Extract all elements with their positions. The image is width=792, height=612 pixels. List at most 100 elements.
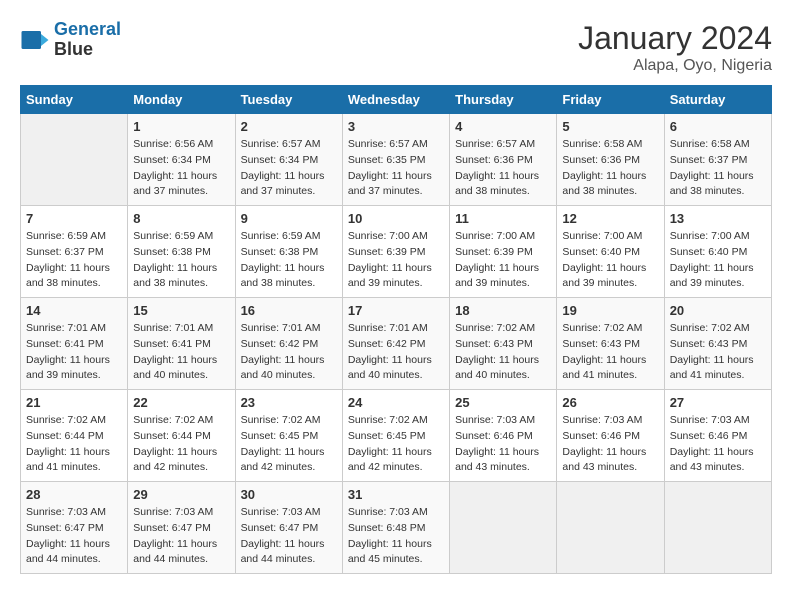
calendar-week-row: 14 Sunrise: 7:01 AM Sunset: 6:41 PM Dayl… [21,298,772,390]
day-number: 10 [348,211,444,226]
sunset-text: Sunset: 6:43 PM [562,337,658,353]
daylight-text: Daylight: 11 hours and 44 minutes. [241,537,337,569]
sunset-text: Sunset: 6:36 PM [562,153,658,169]
page-header: General Blue January 2024 Alapa, Oyo, Ni… [20,20,772,75]
day-number: 24 [348,395,444,410]
day-info: Sunrise: 6:57 AM Sunset: 6:36 PM Dayligh… [455,137,551,200]
daylight-text: Daylight: 11 hours and 38 minutes. [455,169,551,201]
calendar-cell: 24 Sunrise: 7:02 AM Sunset: 6:45 PM Dayl… [342,390,449,482]
day-number: 31 [348,487,444,502]
sunset-text: Sunset: 6:40 PM [562,245,658,261]
sunset-text: Sunset: 6:45 PM [348,429,444,445]
day-info: Sunrise: 7:02 AM Sunset: 6:43 PM Dayligh… [562,321,658,384]
calendar-cell [21,114,128,206]
daylight-text: Daylight: 11 hours and 43 minutes. [562,445,658,477]
sunset-text: Sunset: 6:47 PM [241,521,337,537]
day-info: Sunrise: 7:03 AM Sunset: 6:48 PM Dayligh… [348,505,444,568]
day-info: Sunrise: 7:00 AM Sunset: 6:40 PM Dayligh… [562,229,658,292]
sunrise-text: Sunrise: 7:02 AM [26,413,122,429]
daylight-text: Daylight: 11 hours and 45 minutes. [348,537,444,569]
day-number: 28 [26,487,122,502]
daylight-text: Daylight: 11 hours and 37 minutes. [348,169,444,201]
sunrise-text: Sunrise: 7:00 AM [562,229,658,245]
calendar-cell: 10 Sunrise: 7:00 AM Sunset: 6:39 PM Dayl… [342,206,449,298]
sunrise-text: Sunrise: 6:57 AM [241,137,337,153]
calendar-week-row: 1 Sunrise: 6:56 AM Sunset: 6:34 PM Dayli… [21,114,772,206]
sunset-text: Sunset: 6:48 PM [348,521,444,537]
weekday-header-cell: Thursday [450,86,557,114]
sunrise-text: Sunrise: 7:01 AM [348,321,444,337]
day-number: 2 [241,119,337,134]
sunset-text: Sunset: 6:47 PM [26,521,122,537]
calendar-table: SundayMondayTuesdayWednesdayThursdayFrid… [20,85,772,574]
weekday-header-cell: Saturday [664,86,771,114]
day-info: Sunrise: 6:59 AM Sunset: 6:38 PM Dayligh… [133,229,229,292]
calendar-cell: 18 Sunrise: 7:02 AM Sunset: 6:43 PM Dayl… [450,298,557,390]
day-number: 29 [133,487,229,502]
sunrise-text: Sunrise: 6:59 AM [26,229,122,245]
daylight-text: Daylight: 11 hours and 40 minutes. [348,353,444,385]
sunset-text: Sunset: 6:39 PM [348,245,444,261]
calendar-cell: 17 Sunrise: 7:01 AM Sunset: 6:42 PM Dayl… [342,298,449,390]
weekday-header-row: SundayMondayTuesdayWednesdayThursdayFrid… [21,86,772,114]
sunrise-text: Sunrise: 6:58 AM [670,137,766,153]
calendar-cell: 6 Sunrise: 6:58 AM Sunset: 6:37 PM Dayli… [664,114,771,206]
day-number: 13 [670,211,766,226]
sunrise-text: Sunrise: 7:01 AM [26,321,122,337]
daylight-text: Daylight: 11 hours and 40 minutes. [241,353,337,385]
sunset-text: Sunset: 6:41 PM [133,337,229,353]
sunrise-text: Sunrise: 7:01 AM [241,321,337,337]
day-info: Sunrise: 6:58 AM Sunset: 6:36 PM Dayligh… [562,137,658,200]
page-subtitle: Alapa, Oyo, Nigeria [578,57,772,75]
sunrise-text: Sunrise: 7:03 AM [133,505,229,521]
daylight-text: Daylight: 11 hours and 40 minutes. [133,353,229,385]
daylight-text: Daylight: 11 hours and 37 minutes. [133,169,229,201]
day-info: Sunrise: 7:03 AM Sunset: 6:47 PM Dayligh… [241,505,337,568]
sunset-text: Sunset: 6:45 PM [241,429,337,445]
day-info: Sunrise: 7:02 AM Sunset: 6:44 PM Dayligh… [133,413,229,476]
day-info: Sunrise: 7:03 AM Sunset: 6:46 PM Dayligh… [455,413,551,476]
day-info: Sunrise: 7:01 AM Sunset: 6:41 PM Dayligh… [26,321,122,384]
day-number: 6 [670,119,766,134]
calendar-cell: 13 Sunrise: 7:00 AM Sunset: 6:40 PM Dayl… [664,206,771,298]
calendar-cell: 20 Sunrise: 7:02 AM Sunset: 6:43 PM Dayl… [664,298,771,390]
sunrise-text: Sunrise: 7:03 AM [562,413,658,429]
logo-line1: General [54,19,121,39]
sunset-text: Sunset: 6:35 PM [348,153,444,169]
calendar-cell: 5 Sunrise: 6:58 AM Sunset: 6:36 PM Dayli… [557,114,664,206]
day-info: Sunrise: 7:02 AM Sunset: 6:45 PM Dayligh… [348,413,444,476]
day-info: Sunrise: 7:01 AM Sunset: 6:42 PM Dayligh… [241,321,337,384]
day-number: 8 [133,211,229,226]
calendar-cell: 31 Sunrise: 7:03 AM Sunset: 6:48 PM Dayl… [342,482,449,574]
calendar-cell: 9 Sunrise: 6:59 AM Sunset: 6:38 PM Dayli… [235,206,342,298]
daylight-text: Daylight: 11 hours and 41 minutes. [562,353,658,385]
daylight-text: Daylight: 11 hours and 43 minutes. [455,445,551,477]
sunset-text: Sunset: 6:44 PM [133,429,229,445]
day-info: Sunrise: 6:58 AM Sunset: 6:37 PM Dayligh… [670,137,766,200]
logo-icon [20,25,50,55]
calendar-cell: 12 Sunrise: 7:00 AM Sunset: 6:40 PM Dayl… [557,206,664,298]
calendar-cell: 14 Sunrise: 7:01 AM Sunset: 6:41 PM Dayl… [21,298,128,390]
day-number: 4 [455,119,551,134]
weekday-header-cell: Tuesday [235,86,342,114]
sunset-text: Sunset: 6:41 PM [26,337,122,353]
day-info: Sunrise: 7:02 AM Sunset: 6:43 PM Dayligh… [670,321,766,384]
sunset-text: Sunset: 6:43 PM [455,337,551,353]
daylight-text: Daylight: 11 hours and 38 minutes. [562,169,658,201]
day-number: 19 [562,303,658,318]
sunset-text: Sunset: 6:44 PM [26,429,122,445]
day-info: Sunrise: 7:02 AM Sunset: 6:44 PM Dayligh… [26,413,122,476]
day-info: Sunrise: 6:57 AM Sunset: 6:35 PM Dayligh… [348,137,444,200]
sunset-text: Sunset: 6:34 PM [241,153,337,169]
day-number: 16 [241,303,337,318]
title-block: January 2024 Alapa, Oyo, Nigeria [578,20,772,75]
sunrise-text: Sunrise: 7:02 AM [455,321,551,337]
day-number: 15 [133,303,229,318]
day-number: 18 [455,303,551,318]
day-info: Sunrise: 7:00 AM Sunset: 6:40 PM Dayligh… [670,229,766,292]
daylight-text: Daylight: 11 hours and 40 minutes. [455,353,551,385]
sunrise-text: Sunrise: 7:01 AM [133,321,229,337]
day-info: Sunrise: 7:02 AM Sunset: 6:45 PM Dayligh… [241,413,337,476]
daylight-text: Daylight: 11 hours and 38 minutes. [26,261,122,293]
sunrise-text: Sunrise: 7:02 AM [348,413,444,429]
